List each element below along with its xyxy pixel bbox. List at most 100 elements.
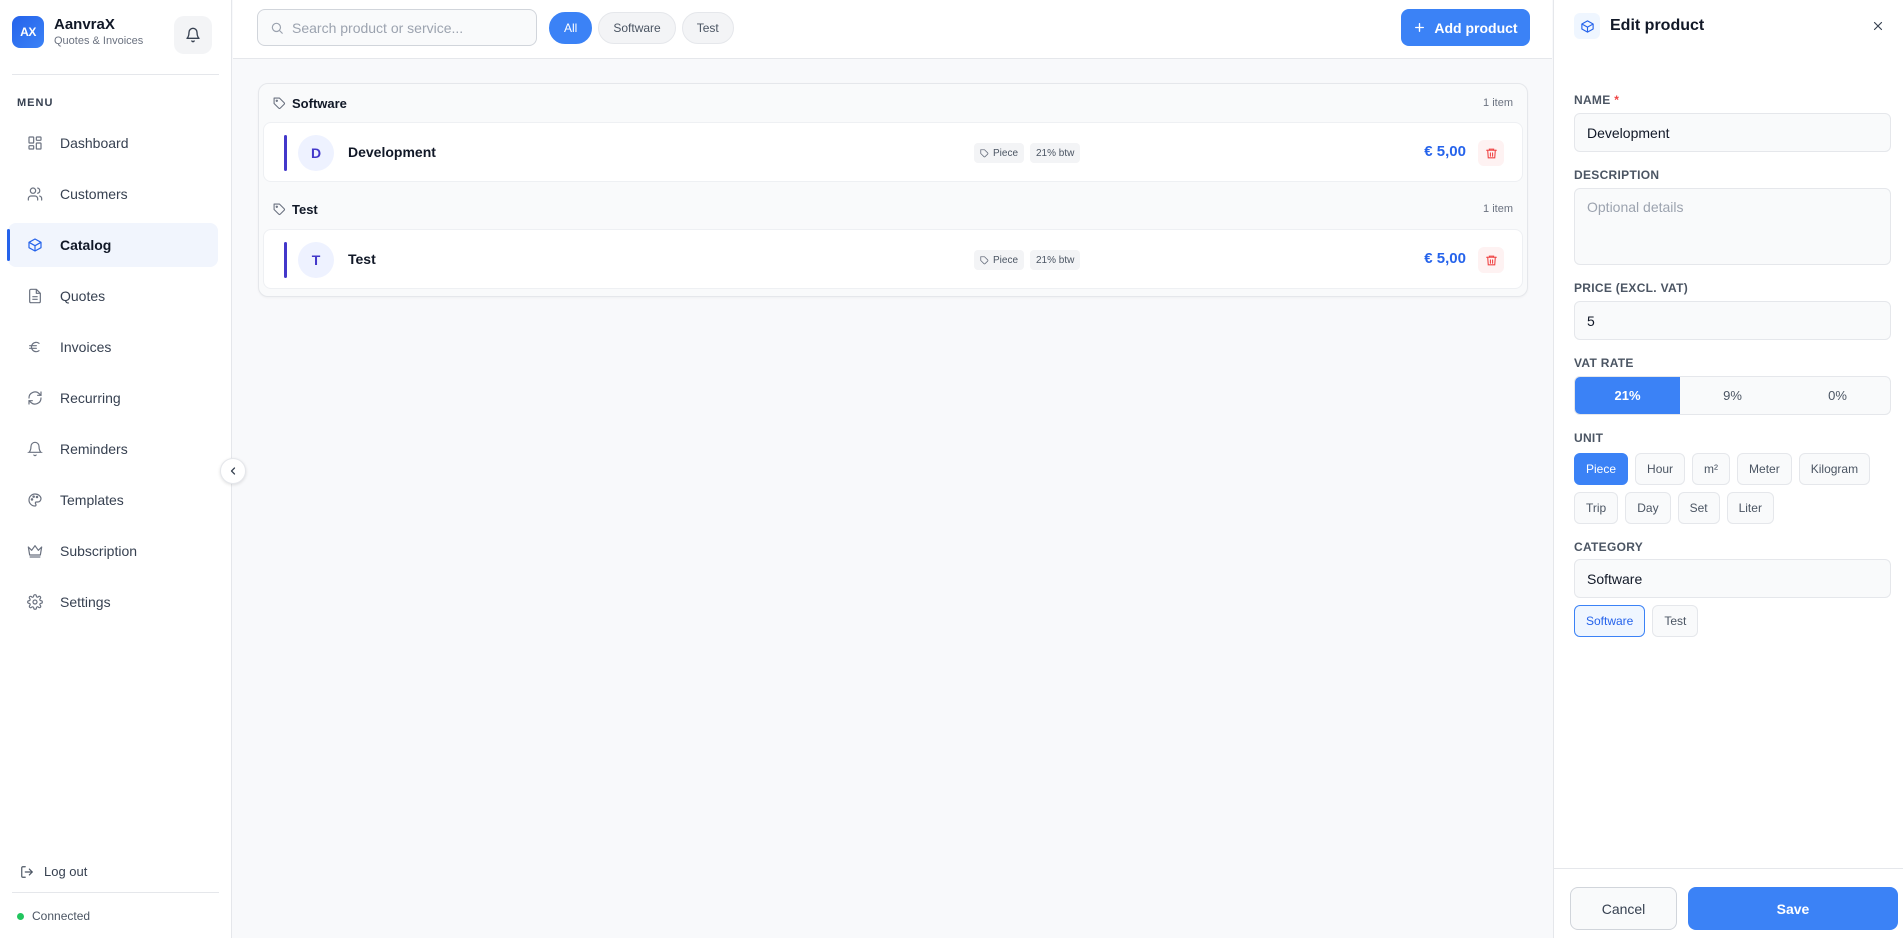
description-label: DESCRIPTION <box>1574 168 1660 182</box>
menu-title: MENU <box>17 97 54 109</box>
description-field[interactable] <box>1574 188 1891 265</box>
search-box[interactable] <box>257 9 537 46</box>
price-field[interactable] <box>1574 301 1891 340</box>
unit-badge: Piece <box>974 250 1025 270</box>
unit-option-trip[interactable]: Trip <box>1574 492 1619 524</box>
app-subtitle: Quotes & Invoices <box>54 35 144 47</box>
sidebar-divider <box>12 892 219 893</box>
sidebar-divider <box>12 74 219 75</box>
unit-option-meter[interactable]: Meter <box>1737 453 1792 485</box>
category-filters: All Software Test <box>549 12 734 44</box>
group-header: Test 1 item <box>273 197 1513 221</box>
close-icon <box>1873 21 1883 31</box>
panel-header: Edit product <box>1554 0 1903 52</box>
product-avatar: T <box>298 242 334 278</box>
search-icon <box>271 22 283 34</box>
price-label: PRICE (EXCL. VAT) <box>1574 281 1688 295</box>
name-label-text: NAME <box>1574 93 1611 107</box>
group-count: 1 item <box>1483 203 1513 215</box>
brand[interactable]: AX AanvraX Quotes & Invoices <box>12 16 143 48</box>
sidebar-item-label: Invoices <box>60 339 112 355</box>
dashboard-icon <box>24 132 46 154</box>
panel-title: Edit product <box>1610 17 1705 34</box>
cancel-button[interactable]: Cancel <box>1570 887 1677 930</box>
category-field[interactable] <box>1574 559 1891 598</box>
sidebar-item-recurring[interactable]: Recurring <box>8 376 218 420</box>
unit-option-hour[interactable]: Hour <box>1635 453 1686 485</box>
name-field[interactable] <box>1574 113 1891 152</box>
delete-button[interactable] <box>1478 140 1504 166</box>
search-input[interactable] <box>292 19 522 36</box>
unit-option-day[interactable]: Day <box>1625 492 1671 524</box>
filter-chip-test[interactable]: Test <box>681 12 734 44</box>
category-option-test[interactable]: Test <box>1652 605 1699 637</box>
tag-icon <box>980 148 989 157</box>
group-count: 1 item <box>1483 97 1513 109</box>
sidebar-item-quotes[interactable]: Quotes <box>8 274 218 318</box>
unit-selector: Piece Hour m² Meter Kilogram Trip Day Se… <box>1574 453 1891 524</box>
sidebar-item-catalog[interactable]: Catalog <box>7 223 218 267</box>
unit-option-kilogram[interactable]: Kilogram <box>1798 453 1871 485</box>
document-icon <box>24 285 46 307</box>
collapse-sidebar-button[interactable] <box>220 458 246 484</box>
delete-button[interactable] <box>1478 247 1504 273</box>
sidebar-item-reminders[interactable]: Reminders <box>8 427 218 471</box>
sidebar-item-customers[interactable]: Customers <box>8 172 218 216</box>
sidebar-item-dashboard[interactable]: Dashboard <box>8 121 218 165</box>
category-option-software[interactable]: Software <box>1574 605 1646 637</box>
sidebar-item-label: Customers <box>60 186 128 202</box>
unit-option-piece[interactable]: Piece <box>1574 453 1629 485</box>
product-price: € 5,00 <box>1424 250 1466 267</box>
sidebar-nav: Dashboard Customers Catalog Quotes Invoi… <box>7 121 218 631</box>
filter-chip-software[interactable]: Software <box>598 12 676 44</box>
connection-status: Connected <box>17 909 90 923</box>
notifications-button[interactable] <box>174 16 212 54</box>
sidebar-item-subscription[interactable]: Subscription <box>8 529 218 573</box>
sidebar-item-settings[interactable]: Settings <box>8 580 218 624</box>
save-button[interactable]: Save <box>1688 887 1898 930</box>
logout-label: Log out <box>44 864 88 879</box>
tag-icon <box>273 203 285 215</box>
euro-icon <box>24 336 46 358</box>
vat-option-21[interactable]: 21% <box>1575 377 1680 414</box>
palette-icon <box>24 489 46 511</box>
product-row[interactable]: T Test Piece 21% btw € 5,00 <box>263 229 1523 289</box>
sidebar-item-invoices[interactable]: Invoices <box>8 325 218 369</box>
row-accent-bar <box>284 135 287 171</box>
sidebar-item-label: Templates <box>60 492 124 508</box>
refresh-icon <box>24 387 46 409</box>
required-mark: * <box>1614 93 1620 107</box>
sidebar-item-label: Catalog <box>60 237 112 253</box>
logout-button[interactable]: Log out <box>20 864 87 879</box>
sidebar-item-label: Quotes <box>60 288 106 304</box>
category-selector: Software Test <box>1574 605 1891 637</box>
vat-option-9[interactable]: 9% <box>1680 377 1785 414</box>
vat-rate-selector: 21% 9% 0% <box>1574 376 1891 415</box>
app-name: AanvraX <box>54 16 115 33</box>
vat-badge: 21% btw <box>1030 250 1081 270</box>
bell-icon <box>186 27 200 43</box>
unit-option-liter[interactable]: Liter <box>1726 492 1774 524</box>
product-row[interactable]: D Development Piece 21% btw € 5,00 <box>263 122 1523 182</box>
plus-icon <box>1415 23 1425 32</box>
sidebar-item-label: Dashboard <box>60 135 129 151</box>
category-label: CATEGORY <box>1574 540 1644 554</box>
unit-badge: Piece <box>974 143 1025 163</box>
unit-label: Piece <box>993 147 1019 159</box>
filter-chip-all[interactable]: All <box>549 12 593 44</box>
sidebar: AX AanvraX Quotes & Invoices MENU Dashbo… <box>0 0 232 938</box>
status-label: Connected <box>32 909 91 923</box>
sidebar-item-templates[interactable]: Templates <box>8 478 218 522</box>
unit-option-set[interactable]: Set <box>1677 492 1720 524</box>
close-button[interactable] <box>1868 16 1888 36</box>
chevron-left-icon <box>230 467 236 475</box>
unit-label: Piece <box>993 254 1019 266</box>
unit-option-m2[interactable]: m² <box>1692 453 1731 485</box>
product-name: Development <box>348 144 436 160</box>
name-label: NAME * <box>1574 93 1619 107</box>
group-header: Software 1 item <box>273 91 1513 115</box>
add-product-button[interactable]: Add product <box>1401 9 1530 46</box>
product-avatar: D <box>298 135 334 171</box>
vat-option-0[interactable]: 0% <box>1785 377 1890 414</box>
app-logo: AX <box>12 16 44 48</box>
